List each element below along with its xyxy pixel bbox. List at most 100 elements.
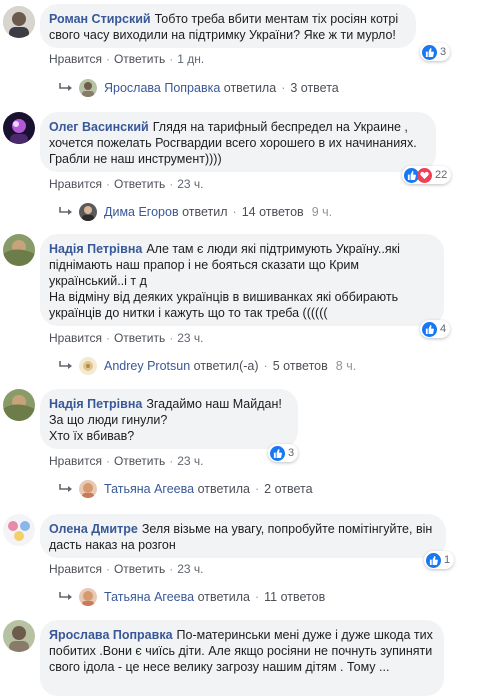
reply-verb: ответила (197, 482, 250, 496)
reply-avatar (79, 79, 97, 97)
reply-summary[interactable]: Andrey Protsun ответил(-а) · 5 ответов 8 ч. (59, 356, 356, 376)
like-icon (270, 445, 285, 461)
comment-bubble: Ярослава Поправка По-материнськи мені дуж… (40, 620, 444, 696)
reply-count[interactable]: 11 ответов (264, 590, 325, 604)
separator-dot: · (105, 177, 110, 191)
like-link[interactable]: Нравится (49, 562, 102, 576)
reply-avatar (79, 588, 97, 606)
like-icon (426, 552, 441, 568)
comment-bubble: Олена Дмитре Зеля візьме на увагу, попроб… (40, 514, 446, 558)
reaction-count[interactable]: 4 (420, 320, 451, 338)
reply-summary[interactable]: Татьяна Агеева ответила · 11 ответов (59, 587, 325, 607)
separator-dot: · (105, 454, 110, 468)
reaction-count[interactable]: 3 (268, 444, 299, 462)
reply-arrow-icon (59, 207, 72, 215)
comment-bubble: Надія Петрівна Але там є люди які підтрим… (40, 234, 444, 326)
like-icon (422, 44, 437, 60)
reaction-count[interactable]: 3 (420, 43, 451, 61)
comment-author[interactable]: Олена Дмитре (49, 522, 138, 536)
reaction-number: 3 (440, 46, 447, 58)
comment-author[interactable]: Надія Петрівна (49, 397, 142, 411)
reply-link[interactable]: Ответить (114, 562, 165, 576)
reply-link[interactable]: Ответить (114, 52, 165, 66)
comment-bubble: Олег Васинский Глядя на тарифный беспреде… (40, 112, 436, 172)
reply-count[interactable]: 5 ответов (273, 359, 328, 373)
separator-dot: · (169, 177, 174, 191)
timestamp[interactable]: 23 ч. (177, 454, 203, 468)
reply-author[interactable]: Ярослава Поправка (104, 81, 220, 95)
comment-bubble: Надія Петрівна Згадаймо наш Майдан! За що… (40, 389, 298, 449)
reply-avatar (79, 203, 97, 221)
reaction-count[interactable]: 1 (424, 551, 455, 569)
separator-dot: · (105, 52, 110, 66)
reply-count[interactable]: 14 ответов (242, 205, 304, 219)
comment-actions: Нравится · Ответить · 1 дн. (49, 52, 204, 66)
reply-link[interactable]: Ответить (114, 454, 165, 468)
separator-dot: · (169, 331, 174, 345)
like-link[interactable]: Нравится (49, 454, 102, 468)
reaction-number: 3 (288, 447, 295, 459)
timestamp[interactable]: 1 дн. (177, 52, 204, 66)
separator-dot: · (169, 52, 174, 66)
avatar[interactable] (3, 514, 35, 546)
reply-arrow-icon (59, 83, 72, 91)
timestamp[interactable]: 23 ч. (177, 177, 203, 191)
reply-summary[interactable]: Татьяна Агеева ответила · 2 ответа (59, 479, 313, 499)
like-link[interactable]: Нравится (49, 177, 102, 191)
avatar[interactable] (3, 389, 35, 421)
reaction-count[interactable]: 22 (402, 166, 452, 184)
like-icon (422, 321, 437, 337)
separator-dot: · (281, 81, 286, 95)
reply-author[interactable]: Andrey Protsun (104, 359, 190, 373)
comment-actions: Нравится · Ответить · 23 ч. (49, 177, 204, 191)
reaction-number: 4 (440, 323, 447, 335)
reply-arrow-icon (59, 484, 72, 492)
comment-bubble: Роман Стирский Тобто треба вбити ментам т… (40, 4, 416, 48)
reply-time[interactable]: 9 ч. (312, 205, 332, 219)
reply-avatar (79, 357, 97, 375)
separator-dot: · (232, 205, 237, 219)
reply-author[interactable]: Дима Егоров (104, 205, 179, 219)
separator-dot: · (254, 590, 260, 604)
separator-dot: · (105, 331, 110, 345)
reply-time[interactable]: 8 ч. (336, 359, 356, 373)
separator-dot: · (105, 562, 110, 576)
reply-link[interactable]: Ответить (114, 331, 165, 345)
reply-author[interactable]: Татьяна Агеева (104, 590, 194, 604)
reply-verb: ответил(-а) (193, 359, 259, 373)
comment-author[interactable]: Роман Стирский (49, 12, 151, 26)
reply-arrow-icon (59, 361, 72, 369)
reply-verb: ответила (197, 590, 250, 604)
separator-dot: · (169, 562, 174, 576)
avatar[interactable] (3, 620, 35, 652)
reply-verb: ответила (223, 81, 277, 95)
comment-author[interactable]: Надія Петрівна (49, 242, 142, 256)
avatar[interactable] (3, 234, 35, 266)
love-icon (417, 167, 432, 183)
reaction-number: 22 (435, 169, 448, 181)
reaction-number: 1 (444, 554, 451, 566)
comment-actions: Нравится · Ответить · 23 ч. (49, 562, 204, 576)
reply-count[interactable]: 3 ответа (290, 81, 338, 95)
timestamp[interactable]: 23 ч. (177, 331, 203, 345)
separator-dot: · (254, 482, 260, 496)
avatar[interactable] (3, 6, 35, 38)
timestamp[interactable]: 23 ч. (177, 562, 203, 576)
comment-actions: Нравится · Ответить · 23 ч. (49, 331, 204, 345)
reply-summary[interactable]: Ярослава Поправка ответила · 3 ответа (59, 78, 339, 98)
reply-link[interactable]: Ответить (114, 177, 165, 191)
reply-count[interactable]: 2 ответа (264, 482, 312, 496)
separator-dot: · (169, 454, 174, 468)
reply-summary[interactable]: Дима Егоров ответил · 14 ответов 9 ч. (59, 202, 332, 222)
reply-avatar (79, 480, 97, 498)
reply-arrow-icon (59, 592, 72, 600)
reply-author[interactable]: Татьяна Агеева (104, 482, 194, 496)
comment-author[interactable]: Ярослава Поправка (49, 628, 173, 642)
comment-author[interactable]: Олег Васинский (49, 120, 149, 134)
reply-verb: ответил (182, 205, 228, 219)
separator-dot: · (263, 359, 268, 373)
avatar[interactable] (3, 112, 35, 144)
comment-actions: Нравится · Ответить · 23 ч. (49, 454, 204, 468)
like-link[interactable]: Нравится (49, 331, 102, 345)
like-link[interactable]: Нравится (49, 52, 102, 66)
